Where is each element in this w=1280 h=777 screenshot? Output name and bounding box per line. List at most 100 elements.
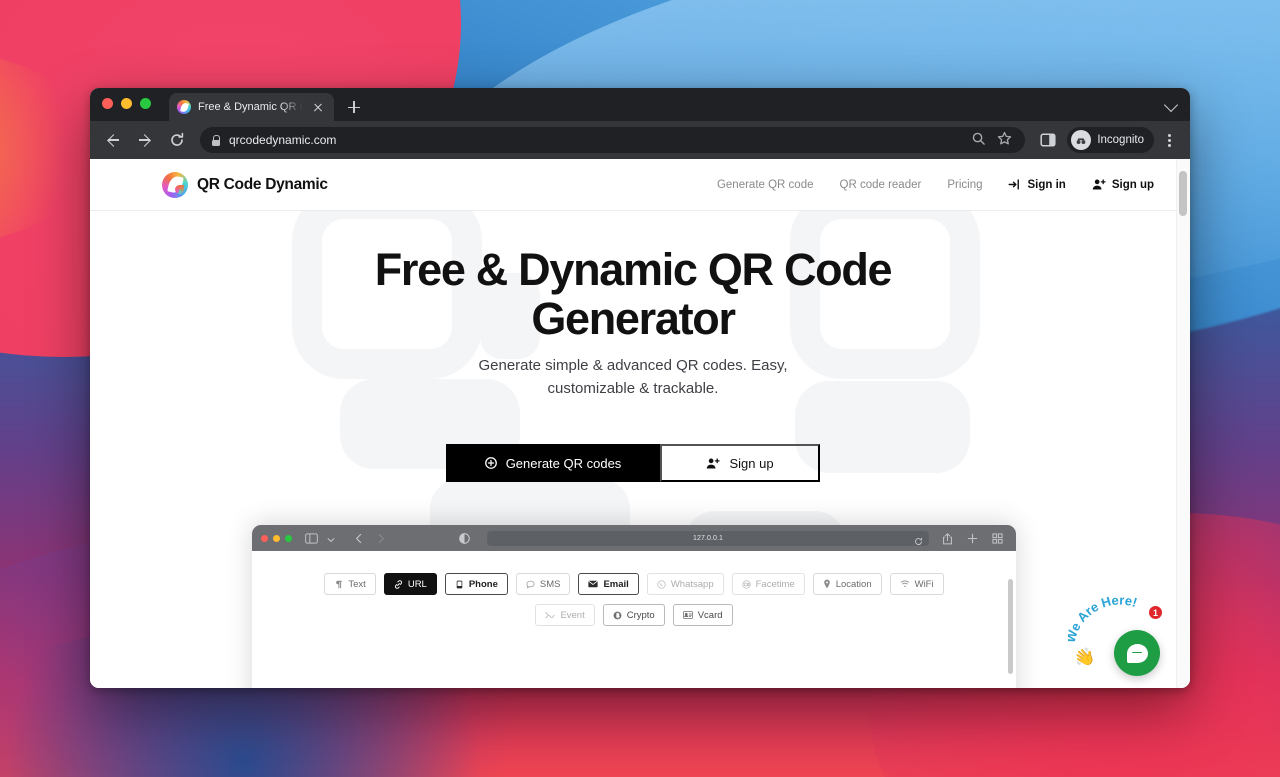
page-scrollbar-thumb[interactable] — [1179, 171, 1187, 216]
arrow-left-icon[interactable] — [100, 127, 126, 153]
share-icon[interactable] — [942, 531, 957, 546]
qr-type-phone[interactable]: Phone — [444, 573, 508, 595]
hero-content: Free & Dynamic QR Code Generator Generat… — [90, 244, 1176, 483]
incognito-avatar-icon — [1071, 130, 1092, 150]
hero-sign-up-button[interactable]: Sign up — [660, 444, 820, 483]
side-panel-icon[interactable] — [1035, 127, 1061, 153]
envelope-icon — [588, 580, 599, 588]
qr-type-row-secondary: Event Crypto Vcard — [252, 604, 1016, 626]
qr-code-dynamic-logo-icon — [162, 171, 188, 198]
hero-subtitle: Generate simple & advanced QR codes. Eas… — [478, 357, 788, 397]
plus-icon[interactable] — [340, 93, 368, 121]
qr-type-label: Email — [603, 578, 629, 590]
grid-icon[interactable] — [992, 531, 1007, 546]
qr-type-email[interactable]: Email — [578, 573, 639, 595]
qr-type-label: WiFi — [914, 578, 934, 590]
safari-mockup-body: Text URL Phone SMS Email Whatsapp Faceti… — [252, 551, 1016, 688]
qr-type-wifi[interactable]: WiFi — [889, 573, 944, 595]
chevron-down-icon[interactable] — [327, 531, 342, 546]
close-window-button[interactable] — [102, 98, 113, 109]
chat-bubble-icon — [1126, 643, 1148, 663]
sign-in-label: Sign in — [1027, 178, 1066, 191]
nav-link-generate-qr-code[interactable]: Generate QR code — [717, 179, 814, 191]
safari-mockup-toolbar: 127.0.0.1 — [252, 525, 1016, 551]
sign-in-icon — [1009, 179, 1020, 190]
link-icon — [394, 579, 402, 589]
plus-icon[interactable] — [967, 531, 982, 546]
bitcoin-icon — [613, 611, 622, 619]
star-icon[interactable] — [997, 131, 1015, 149]
toolbar-right-group: Incognito — [1035, 127, 1180, 153]
qr-type-facetime[interactable]: Facetime — [731, 573, 805, 595]
brand-name: QR Code Dynamic — [197, 175, 328, 193]
sign-in-button[interactable]: Sign in — [1008, 178, 1066, 191]
qr-type-event[interactable]: Event — [535, 604, 595, 626]
site-brand[interactable]: QR Code Dynamic — [162, 171, 328, 198]
page-title: Free & Dynamic QR Code Generator — [374, 244, 893, 345]
lock-icon — [210, 134, 221, 146]
safari-mockup-url: 127.0.0.1 — [692, 534, 724, 542]
qr-type-row-primary: Text URL Phone SMS Email Whatsapp Faceti… — [252, 573, 1016, 595]
mockup-scrollbar-thumb[interactable] — [1008, 579, 1013, 674]
sign-up-button[interactable]: Sign up — [1092, 178, 1154, 191]
maximize-window-button[interactable] — [140, 98, 151, 109]
generate-qr-codes-label: Generate QR codes — [505, 455, 622, 471]
qr-type-label: Whatsapp — [670, 578, 714, 590]
facetime-icon — [741, 579, 751, 589]
browser-tab-strip: Free & Dynamic QR Code Gene — [90, 88, 1190, 121]
window-traffic-lights[interactable] — [102, 88, 151, 121]
safari-close-dot — [261, 534, 268, 542]
reload-icon[interactable] — [164, 127, 190, 153]
qr-type-label: Location — [835, 578, 872, 590]
qr-type-text[interactable]: Text — [324, 573, 376, 595]
chat-icon — [526, 580, 535, 589]
generate-qr-codes-button[interactable]: Generate QR codes — [446, 444, 660, 483]
chat-launcher-button[interactable] — [1114, 630, 1160, 676]
qr-type-url[interactable]: URL — [383, 573, 437, 595]
safari-mockup-address-bar[interactable]: 127.0.0.1 — [487, 530, 929, 546]
nav-link-qr-code-reader[interactable]: QR code reader — [840, 179, 922, 191]
chevron-right-icon[interactable] — [377, 531, 392, 546]
address-bar[interactable]: qrcodedynamic.com — [200, 127, 1026, 153]
chevron-down-icon[interactable] — [1164, 97, 1178, 111]
minimize-window-button[interactable] — [121, 98, 132, 109]
qr-type-label: Text — [348, 578, 366, 590]
calendar-event-icon — [545, 611, 556, 618]
address-bar-url: qrcodedynamic.com — [229, 133, 337, 147]
browser-tab[interactable]: Free & Dynamic QR Code Gene — [169, 93, 334, 121]
page-viewport: QR Code Dynamic Generate QR code QR code… — [90, 159, 1190, 688]
browser-toolbar: qrcodedynamic.com Incognito — [90, 121, 1190, 159]
qr-type-location[interactable]: Location — [812, 573, 882, 595]
close-icon[interactable] — [310, 99, 326, 115]
page-scrollbar[interactable] — [1176, 159, 1190, 688]
safari-traffic-lights — [261, 534, 292, 542]
reload-icon[interactable] — [914, 533, 923, 551]
safari-minimize-dot — [273, 534, 280, 542]
site-header: QR Code Dynamic Generate QR code QR code… — [90, 159, 1176, 211]
sidebar-icon[interactable] — [305, 531, 320, 546]
kebab-menu-icon[interactable] — [1158, 127, 1180, 153]
qr-type-label: Vcard — [697, 609, 723, 621]
qr-type-whatsapp[interactable]: Whatsapp — [646, 573, 724, 595]
qr-type-label: Phone — [468, 578, 498, 590]
chat-widget[interactable]: We Are Here! 👋 1 — [1068, 594, 1166, 682]
qr-type-sms[interactable]: SMS — [515, 573, 571, 595]
arrow-right-icon[interactable] — [132, 127, 158, 153]
half-circle-icon[interactable] — [459, 531, 474, 546]
paragraph-icon — [336, 580, 343, 588]
user-plus-icon — [707, 457, 721, 469]
profile-chip[interactable]: Incognito — [1067, 127, 1154, 153]
search-icon[interactable] — [971, 131, 989, 149]
chevron-left-icon[interactable] — [355, 531, 370, 546]
nav-link-pricing[interactable]: Pricing — [947, 179, 982, 191]
qr-type-vcard[interactable]: Vcard — [672, 604, 733, 626]
sign-up-label: Sign up — [1111, 178, 1154, 191]
qr-type-label: URL — [407, 578, 427, 590]
chat-unread-badge: 1 — [1147, 604, 1164, 621]
pin-icon — [823, 579, 830, 589]
browser-window: Free & Dynamic QR Code Gene qrcodedynami… — [90, 88, 1190, 688]
hero-sign-up-label: Sign up — [729, 455, 774, 471]
user-plus-icon — [1092, 179, 1106, 190]
qr-type-crypto[interactable]: Crypto — [602, 604, 665, 626]
profile-label: Incognito — [1097, 134, 1144, 146]
